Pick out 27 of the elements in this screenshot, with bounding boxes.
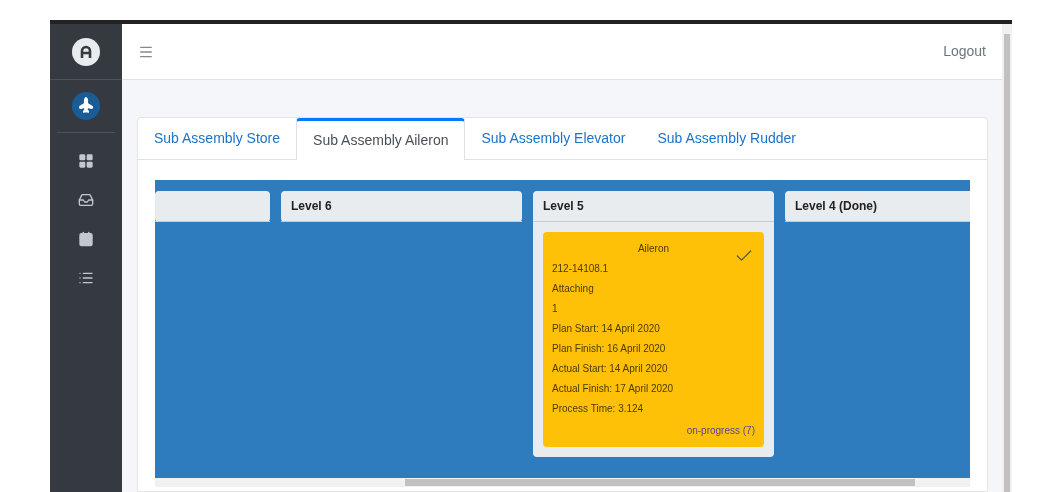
column-title: Level 5 [543,198,584,215]
grid-icon[interactable] [78,153,94,169]
card-title: Aileron [637,242,670,256]
horizontal-scrollbar[interactable] [155,478,970,487]
card-detail: Actual Start: 14 April 2020 [552,362,669,376]
tab[interactable]: Sub Assembly Elevator [465,118,642,159]
task-card[interactable]: Aileron 212-14108.1 Attaching 1 Plan Start: 14 April 2020 Plan Finish: 16 April 2020 Actual Start: 14 April 2020 Actual Finish: 17 April 2020 Process Time: 3.124 on-progress (7) [543,232,764,447]
logout-link[interactable]: Logout [943,41,986,62]
status-link[interactable]: on-progress (7) [686,423,755,438]
airplane-icon[interactable] [72,92,100,120]
column-title: Level 4 (Done) [795,198,878,215]
card-detail: Process Time: 3.124 [552,402,645,416]
tab[interactable]: Sub Assembly Store [138,118,297,159]
tray-icon[interactable] [78,192,94,208]
card-detail: Attaching [552,282,595,296]
list-icon[interactable] [78,270,94,286]
card-detail: Plan Finish: 16 April 2020 [552,342,667,356]
tab[interactable]: Sub Assembly Rudder [641,118,812,159]
vertical-scrollbar[interactable] [1002,24,1012,492]
card-detail: 212-14108.1 [552,262,610,276]
card-detail: Plan Start: 14 April 2020 [552,322,661,336]
logo-icon[interactable] [72,37,100,66]
column-title: Level 6 [291,198,332,215]
tab[interactable]: Sub Assembly Aileron [296,118,466,160]
card-detail: 1 [552,302,559,316]
card-detail: Actual Finish: 17 April 2020 [552,382,675,396]
calendar-icon[interactable] [78,231,94,247]
